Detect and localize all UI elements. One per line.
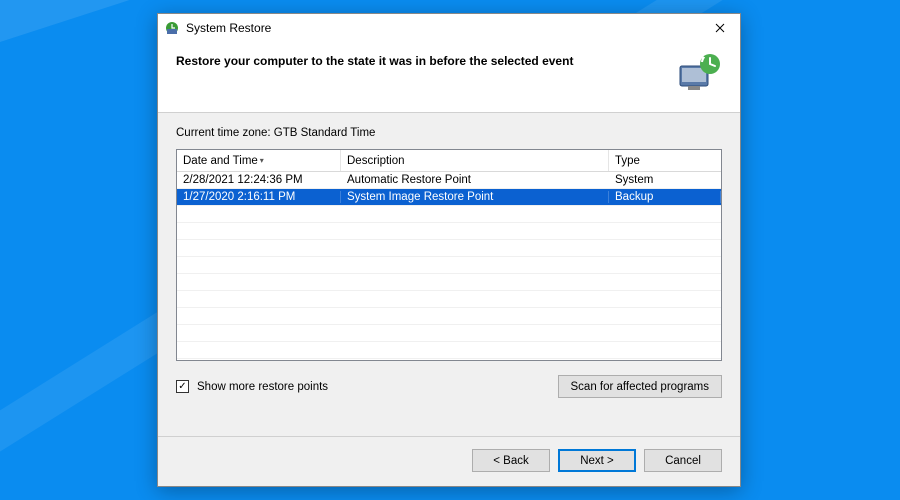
close-button[interactable] [700, 14, 740, 42]
next-button[interactable]: Next > [558, 449, 636, 472]
cell-type: System [609, 174, 721, 186]
cell-description: System Image Restore Point [341, 191, 609, 203]
column-header-type[interactable]: Type [609, 150, 721, 171]
table-row[interactable]: 2/28/2021 12:24:36 PM Automatic Restore … [177, 172, 721, 189]
cell-date: 1/27/2020 2:16:11 PM [177, 191, 341, 203]
cell-description: Automatic Restore Point [341, 174, 609, 186]
column-header-date-label: Date and Time [183, 155, 258, 167]
table-row[interactable]: 1/27/2020 2:16:11 PM System Image Restor… [177, 189, 721, 206]
restore-points-grid[interactable]: Date and Time ▾ Description Type 2/28/20… [176, 149, 722, 361]
restore-hero-icon [674, 52, 722, 92]
scan-affected-button[interactable]: Scan for affected programs [558, 375, 723, 398]
grid-body[interactable]: 2/28/2021 12:24:36 PM Automatic Restore … [177, 172, 721, 360]
show-more-checkbox[interactable]: ✓ [176, 380, 189, 393]
column-header-type-label: Type [615, 155, 640, 167]
cell-type: Backup [609, 191, 721, 203]
header-strip: Restore your computer to the state it wa… [158, 42, 740, 113]
cell-date: 2/28/2021 12:24:36 PM [177, 174, 341, 186]
column-header-date[interactable]: Date and Time ▾ [177, 150, 341, 171]
column-header-description[interactable]: Description [341, 150, 609, 171]
show-more-label[interactable]: Show more restore points [197, 381, 328, 393]
grid-header[interactable]: Date and Time ▾ Description Type [177, 150, 721, 172]
titlebar[interactable]: System Restore [158, 14, 740, 42]
page-headline: Restore your computer to the state it wa… [176, 52, 662, 68]
timezone-label: Current time zone: GTB Standard Time [176, 127, 722, 139]
cancel-button[interactable]: Cancel [644, 449, 722, 472]
system-restore-window: System Restore Restore your computer to … [157, 13, 741, 487]
below-grid-row: ✓ Show more restore points Scan for affe… [176, 375, 722, 398]
window-title: System Restore [186, 21, 271, 35]
column-header-description-label: Description [347, 155, 405, 167]
wizard-footer: < Back Next > Cancel [158, 436, 740, 486]
sort-descending-icon: ▾ [260, 156, 264, 165]
back-button[interactable]: < Back [472, 449, 550, 472]
content-area: Current time zone: GTB Standard Time Dat… [158, 113, 740, 436]
system-restore-icon [164, 20, 180, 36]
